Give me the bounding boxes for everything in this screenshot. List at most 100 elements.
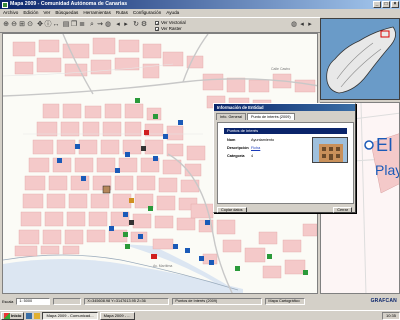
menu-bar: Archivo Edición Ver Búsquedas Herramient… <box>0 9 400 17</box>
poi-red <box>151 254 157 259</box>
zoom-out-icon[interactable]: ⊖ <box>10 21 18 29</box>
poi-photo <box>312 137 348 163</box>
start-button[interactable]: Inicio <box>1 311 25 320</box>
arrow-right-icon[interactable]: ▸ <box>306 21 314 29</box>
close-dialog-button[interactable]: Cerrar <box>333 207 352 213</box>
windows-logo-icon <box>4 312 10 319</box>
partial-label: EI <box>376 135 393 155</box>
layers-icon[interactable]: ≣ <box>78 21 86 29</box>
poi-info <box>178 120 183 125</box>
poi-bus <box>185 248 190 253</box>
menu-archivo[interactable]: Archivo <box>3 9 18 17</box>
menu-busquedas[interactable]: Búsquedas <box>55 9 78 17</box>
globe-icon[interactable]: ◍ <box>104 21 112 29</box>
refresh-icon[interactable]: ↻ <box>132 21 140 29</box>
row-description: Descripción Ficha <box>227 146 260 150</box>
menu-rutas[interactable]: Rutas <box>116 9 128 17</box>
poi-bus <box>199 256 204 261</box>
poi-bus <box>115 168 120 173</box>
row-value: 4 <box>251 154 254 158</box>
row-value: Ayuntamiento <box>251 138 275 142</box>
entity-info-dialog: Información de Entidad Info. General Pun… <box>213 103 356 213</box>
grafcan-logo: GRAFCAN <box>370 298 397 304</box>
section-header: Puntos de interés <box>224 128 347 134</box>
measure-icon[interactable]: ↔ <box>52 21 60 29</box>
building-photo-icon <box>313 138 347 162</box>
minimize-button[interactable]: _ <box>373 1 381 8</box>
dialog-tabs: Info. General Punto de interés (2009) <box>214 111 355 120</box>
quicklaunch-ie-icon[interactable] <box>26 312 33 319</box>
location-marker-icon <box>364 140 374 150</box>
scale-label: Escala <box>2 299 14 304</box>
layer-mode-field: Puntos de Interés (2009) <box>172 298 263 305</box>
search-icon[interactable]: ⌕ <box>88 21 96 29</box>
checkbox-raster-box[interactable]: ✓ <box>155 26 159 31</box>
poi-bus <box>209 260 214 265</box>
row-value[interactable]: Ficha <box>251 146 260 150</box>
info-icon[interactable]: ⓘ <box>44 21 52 29</box>
raster-checkbox[interactable]: ✓ Ver Raster <box>155 26 182 31</box>
poi-bus <box>125 152 130 157</box>
poi-parking <box>163 134 168 139</box>
copy-icon[interactable]: ❐ <box>70 21 78 29</box>
app-window: Mapa 2009 - Comunidad Autónoma de Canari… <box>0 0 400 310</box>
poi-info <box>109 226 114 231</box>
vector-checkbox[interactable]: ✓ Ver Vectorial <box>155 20 186 25</box>
system-clock: 10:35 <box>381 311 400 320</box>
overview-map[interactable] <box>320 18 400 100</box>
menu-configuracion[interactable]: Configuración <box>133 9 161 17</box>
status-bar: Escala 1: 5000 X=345608.98 Y=3147613.95 … <box>0 297 400 306</box>
poi-park <box>267 254 272 259</box>
menu-ayuda[interactable]: Ayuda <box>166 9 179 17</box>
forward-icon[interactable]: ▸ <box>122 21 130 29</box>
window-title: Mapa 2009 - Comunidad Autónoma de Canari… <box>10 1 128 7</box>
settings-icon[interactable]: ⚙ <box>140 21 148 29</box>
poi-hospital <box>144 130 149 135</box>
poi-bus <box>205 220 210 225</box>
scale-input[interactable]: 1: 5000 <box>16 298 51 305</box>
maximize-button[interactable]: □ <box>382 1 390 8</box>
poi-park <box>235 266 240 271</box>
menu-ver[interactable]: Ver <box>43 9 50 17</box>
poi-bus <box>123 212 128 217</box>
quicklaunch-folder-icon[interactable] <box>34 312 41 319</box>
street-label: Av. Marítima <box>153 264 172 268</box>
copy-data-button[interactable]: Copiar datos <box>217 207 247 213</box>
close-button[interactable]: × <box>391 1 399 8</box>
poi-shop <box>129 198 134 203</box>
poi-park <box>148 206 153 211</box>
status-empty-field <box>53 298 82 305</box>
route-icon[interactable]: ⇝ <box>96 21 104 29</box>
arrow-left-icon[interactable]: ◂ <box>298 21 306 29</box>
poi-info <box>57 158 62 163</box>
globe-icon[interactable]: ◍ <box>290 21 298 29</box>
checkbox-raster-label: Ver Raster <box>161 26 182 31</box>
start-label: Inicio <box>11 312 22 318</box>
row-label: Categoría <box>227 154 245 158</box>
poi-park <box>303 270 308 275</box>
menu-herramientas[interactable]: Herramientas <box>83 9 111 17</box>
checkbox-vector-box[interactable]: ✓ <box>155 20 159 25</box>
pan-icon[interactable]: ✥ <box>36 21 44 29</box>
zoom-window-icon[interactable]: ⊞ <box>18 21 26 29</box>
poi-park <box>125 244 130 249</box>
zoom-full-icon[interactable]: ⊙ <box>26 21 34 29</box>
dialog-body: Puntos de interés Nom Ayuntamiento Descri… <box>217 122 354 204</box>
poi-bus <box>153 156 158 161</box>
tab-poi[interactable]: Punto de interés (2009) <box>246 113 295 120</box>
status-field: Mapa Cartográfico <box>265 298 306 305</box>
street-label: Calle Castro <box>271 67 290 71</box>
print-icon[interactable]: ▤ <box>62 21 70 29</box>
taskbar-item-mapa-2[interactable]: Mapa 2009 - ... <box>99 311 135 320</box>
island-overview <box>326 26 396 94</box>
tab-info-general[interactable]: Info. General <box>216 113 246 120</box>
menu-edicion[interactable]: Edición <box>23 9 38 17</box>
taskbar-item-mapa[interactable]: Mapa 2009 - Comunicad... <box>42 311 98 320</box>
poi-bus <box>138 234 143 239</box>
checkbox-vector-label: Ver Vectorial <box>161 20 186 25</box>
zoom-in-icon[interactable]: ⊕ <box>2 21 10 29</box>
back-icon[interactable]: ◂ <box>114 21 122 29</box>
row-label: Descripción <box>227 146 249 150</box>
playa-label: Playa <box>375 162 400 178</box>
title-bar: Mapa 2009 - Comunidad Autónoma de Canari… <box>0 0 400 9</box>
